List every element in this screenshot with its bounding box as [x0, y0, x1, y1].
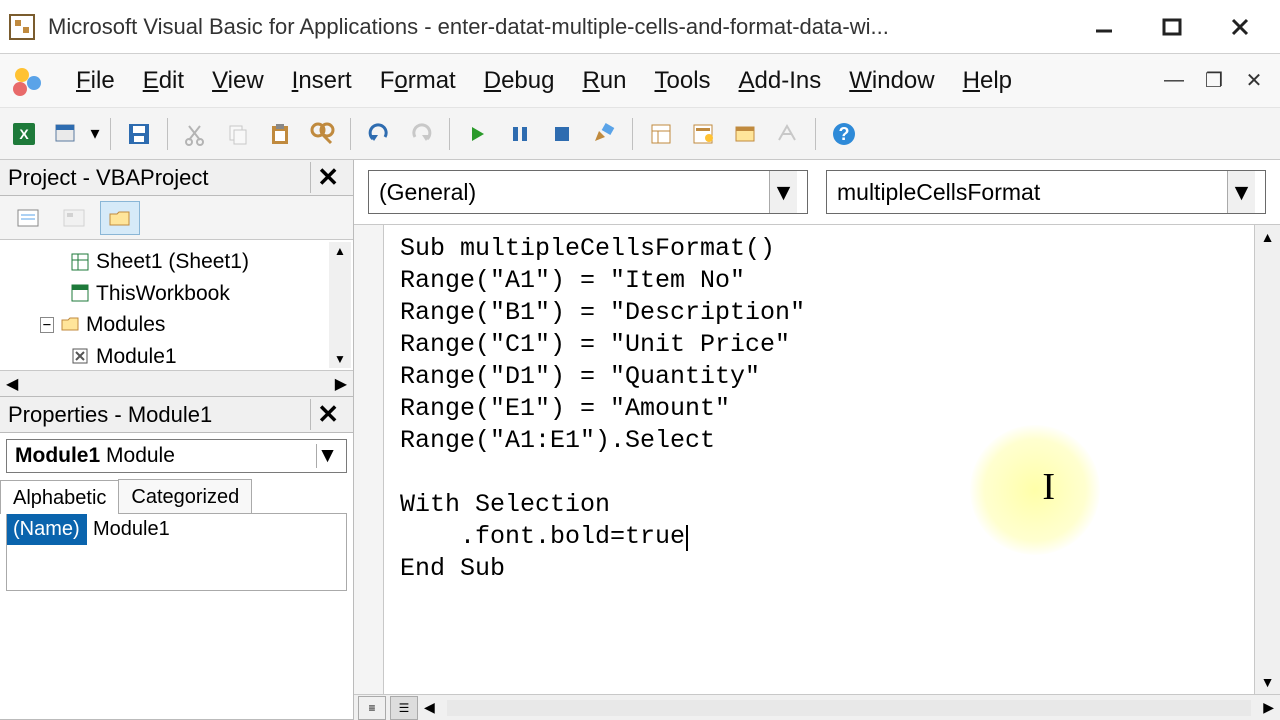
view-object-button[interactable]	[54, 201, 94, 235]
procedure-view-button[interactable]: ≡	[358, 696, 386, 720]
copy-button[interactable]	[220, 116, 256, 152]
run-button[interactable]	[460, 116, 496, 152]
view-code-button[interactable]	[8, 201, 48, 235]
help-button[interactable]: ?	[826, 116, 862, 152]
object-combo[interactable]: (General) ▼	[368, 170, 808, 214]
properties-panel: Properties - Module1 ✕ Module1 Module ▼ …	[0, 397, 353, 720]
menu-file[interactable]: File	[62, 63, 129, 99]
properties-object-combo[interactable]: Module1 Module ▼	[6, 439, 347, 473]
tree-item-thisworkbook[interactable]: ThisWorkbook	[40, 278, 349, 310]
tree-item-modules[interactable]: − Modules	[40, 309, 349, 341]
code-pane: (General) ▼ multipleCellsFormat ▼ Sub mu…	[354, 160, 1280, 720]
properties-panel-title: Properties - Module1	[8, 402, 310, 428]
code-gutter	[354, 225, 384, 694]
vba-icon	[6, 59, 50, 103]
properties-window-button[interactable]	[685, 116, 721, 152]
redo-button[interactable]	[403, 116, 439, 152]
tree-label: Modules	[86, 309, 165, 341]
mdi-restore-button[interactable]: ❐	[1194, 68, 1234, 93]
object-browser-button[interactable]	[727, 116, 763, 152]
menu-edit[interactable]: Edit	[129, 63, 198, 99]
project-panel-close-button[interactable]: ✕	[310, 162, 345, 193]
tree-label: ThisWorkbook	[96, 278, 230, 310]
svg-text:X: X	[19, 126, 29, 142]
left-column: Project - VBAProject ✕ Sheet1 (Sheet1)	[0, 160, 354, 720]
code-editor[interactable]: Sub multipleCellsFormat() Range("A1") = …	[384, 225, 1254, 694]
project-tree[interactable]: Sheet1 (Sheet1) ThisWorkbook − Modules M…	[0, 240, 353, 370]
window-title: Microsoft Visual Basic for Applications …	[48, 14, 1070, 40]
menu-run[interactable]: Run	[568, 63, 640, 99]
tree-item-sheet1[interactable]: Sheet1 (Sheet1)	[40, 246, 349, 278]
property-name: (Name)	[7, 514, 87, 545]
toolbar: X ▾ ?	[0, 108, 1280, 160]
project-toolbar	[0, 196, 353, 240]
close-button[interactable]	[1206, 5, 1274, 49]
tab-categorized[interactable]: Categorized	[118, 479, 252, 513]
property-value[interactable]: Module1	[87, 514, 346, 545]
menu-debug[interactable]: Debug	[470, 63, 569, 99]
view-excel-button[interactable]: X	[6, 116, 42, 152]
tree-label: Sheet1 (Sheet1)	[96, 246, 249, 278]
minimize-button[interactable]	[1070, 5, 1138, 49]
full-module-view-button[interactable]: ☰	[390, 696, 418, 720]
property-row[interactable]: (Name) Module1	[7, 514, 346, 545]
mdi-minimize-button[interactable]: —	[1154, 69, 1194, 92]
code-vscrollbar[interactable]: ▲▼	[1254, 225, 1280, 694]
tree-vscrollbar[interactable]: ▲▼	[329, 242, 351, 368]
maximize-button[interactable]	[1138, 5, 1206, 49]
code-hscrollbar[interactable]: ≡ ☰ ◀ ▶	[354, 694, 1280, 720]
cut-button[interactable]	[178, 116, 214, 152]
menu-insert[interactable]: Insert	[278, 63, 366, 99]
undo-button[interactable]	[361, 116, 397, 152]
tree-hscrollbar[interactable]: ◀▶	[0, 370, 353, 396]
menu-window[interactable]: Window	[835, 63, 948, 99]
break-button[interactable]	[502, 116, 538, 152]
save-button[interactable]	[121, 116, 157, 152]
find-button[interactable]	[304, 116, 340, 152]
text-cursor-icon: I	[1042, 465, 1055, 509]
properties-grid[interactable]: (Name) Module1	[6, 513, 347, 591]
reset-button[interactable]	[544, 116, 580, 152]
app-icon	[6, 11, 38, 43]
menu-tools[interactable]: Tools	[641, 63, 725, 99]
toggle-folders-button[interactable]	[100, 201, 140, 235]
svg-text:?: ?	[839, 124, 850, 144]
paste-button[interactable]	[262, 116, 298, 152]
menubar: File Edit View Insert Format Debug Run T…	[0, 54, 1280, 108]
main-area: Project - VBAProject ✕ Sheet1 (Sheet1)	[0, 160, 1280, 720]
chevron-down-icon: ▼	[769, 171, 797, 213]
mdi-close-button[interactable]: ✕	[1234, 68, 1274, 93]
menu-help[interactable]: Help	[949, 63, 1026, 99]
tree-label: Module1	[96, 341, 177, 371]
tree-item-module1[interactable]: Module1	[40, 341, 349, 371]
toolbox-button[interactable]	[769, 116, 805, 152]
titlebar: Microsoft Visual Basic for Applications …	[0, 0, 1280, 54]
insert-userform-button[interactable]	[48, 116, 84, 152]
menu-addins[interactable]: Add-Ins	[725, 63, 836, 99]
design-mode-button[interactable]	[586, 116, 622, 152]
project-panel: Project - VBAProject ✕ Sheet1 (Sheet1)	[0, 160, 353, 397]
tab-alphabetic[interactable]: Alphabetic	[0, 480, 119, 514]
properties-panel-close-button[interactable]: ✕	[310, 399, 345, 430]
procedure-combo[interactable]: multipleCellsFormat ▼	[826, 170, 1266, 214]
project-panel-title: Project - VBAProject	[8, 165, 310, 191]
menu-format[interactable]: Format	[366, 63, 470, 99]
menu-view[interactable]: View	[198, 63, 278, 99]
project-explorer-button[interactable]	[643, 116, 679, 152]
chevron-down-icon: ▼	[1227, 171, 1255, 213]
